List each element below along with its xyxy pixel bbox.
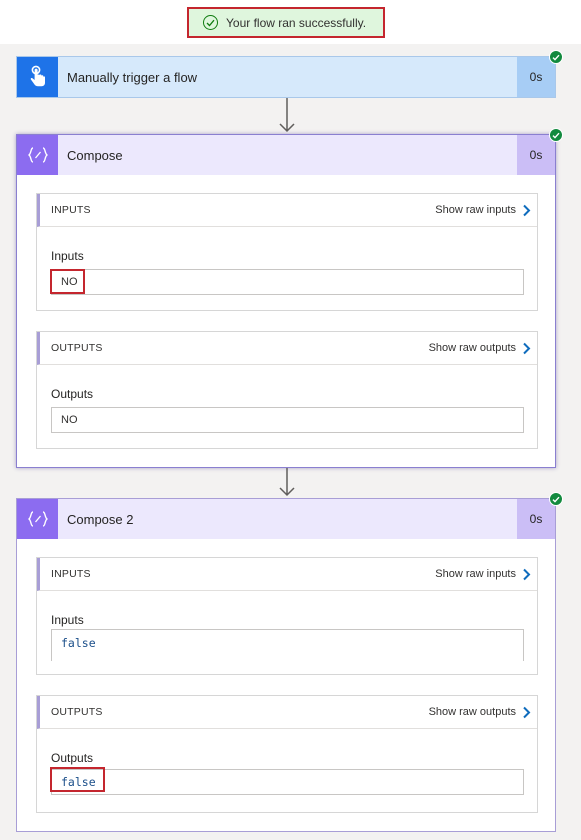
success-check-icon <box>549 128 563 142</box>
outputs-value: false <box>51 769 524 795</box>
compose-duration: 0s <box>517 135 555 175</box>
highlight-box <box>50 767 105 792</box>
flow-arrow-icon <box>278 98 296 134</box>
inputs-value: false <box>51 629 524 655</box>
banner-text: Your flow ran successfully. <box>226 15 367 30</box>
show-raw-inputs-label: Show raw inputs <box>435 204 516 216</box>
divider <box>523 655 524 661</box>
show-raw-outputs-label: Show raw outputs <box>428 706 516 718</box>
trigger-card[interactable]: Manually trigger a flow 0s <box>16 50 563 98</box>
outputs-section-header: OUTPUTS Show raw outputs <box>37 696 537 729</box>
show-raw-inputs-link[interactable]: Show raw inputs <box>435 568 537 581</box>
trigger-title: Manually trigger a flow <box>67 69 198 85</box>
show-raw-outputs-link[interactable]: Show raw outputs <box>429 706 537 719</box>
success-check-icon <box>549 50 563 64</box>
curly-braces-icon <box>17 499 58 539</box>
inputs-value: NO <box>51 269 524 295</box>
compose-2-title: Compose 2 <box>67 511 134 527</box>
inputs-section: INPUTS Show raw inputs Inputs NO <box>36 193 538 311</box>
highlight-box <box>50 269 85 294</box>
compose-2-duration: 0s <box>517 499 555 539</box>
outputs-section-header: OUTPUTS Show raw outputs <box>37 332 537 365</box>
show-raw-outputs-link[interactable]: Show raw outputs <box>429 342 537 355</box>
compose-2-card[interactable]: Compose 2 0s INPUTS Show raw inputs Inpu… <box>16 492 563 832</box>
chevron-right-icon <box>523 706 531 718</box>
chevron-right-icon <box>523 568 531 580</box>
compose-2-header[interactable]: Compose 2 0s <box>17 499 555 539</box>
show-raw-outputs-label: Show raw outputs <box>428 342 516 354</box>
success-banner: Your flow ran successfully. <box>187 7 385 38</box>
touch-hand-icon <box>17 57 58 97</box>
outputs-section-label: OUTPUTS <box>51 342 103 354</box>
chevron-right-icon <box>523 204 531 216</box>
trigger-header[interactable]: Manually trigger a flow 0s <box>17 57 555 97</box>
show-raw-inputs-link[interactable]: Show raw inputs <box>435 204 537 217</box>
inputs-section-label: INPUTS <box>51 568 91 580</box>
divider <box>51 655 52 661</box>
flow-arrow-icon <box>278 468 296 498</box>
outputs-section: OUTPUTS Show raw outputs Outputs NO <box>36 331 538 449</box>
outputs-field-label: Outputs <box>51 751 94 765</box>
inputs-section: INPUTS Show raw inputs Inputs false <box>36 557 538 675</box>
trigger-duration: 0s <box>517 57 555 97</box>
compose-header[interactable]: Compose 0s <box>17 135 555 175</box>
compose-title: Compose <box>67 147 123 163</box>
show-raw-inputs-label: Show raw inputs <box>435 568 516 580</box>
inputs-section-header: INPUTS Show raw inputs <box>37 194 537 227</box>
inputs-field-label: Inputs <box>51 249 84 263</box>
outputs-value: NO <box>51 407 524 433</box>
inputs-section-label: INPUTS <box>51 204 91 216</box>
success-check-icon <box>549 492 563 506</box>
outputs-section-label: OUTPUTS <box>51 706 103 718</box>
compose-card[interactable]: Compose 0s INPUTS Show raw inputs Inputs… <box>16 128 563 468</box>
outputs-section: OUTPUTS Show raw outputs Outputs false <box>36 695 538 813</box>
inputs-field-label: Inputs <box>51 613 84 627</box>
inputs-section-header: INPUTS Show raw inputs <box>37 558 537 591</box>
check-circle-icon <box>203 15 218 30</box>
curly-braces-icon <box>17 135 58 175</box>
chevron-right-icon <box>523 342 531 354</box>
outputs-field-label: Outputs <box>51 387 94 401</box>
